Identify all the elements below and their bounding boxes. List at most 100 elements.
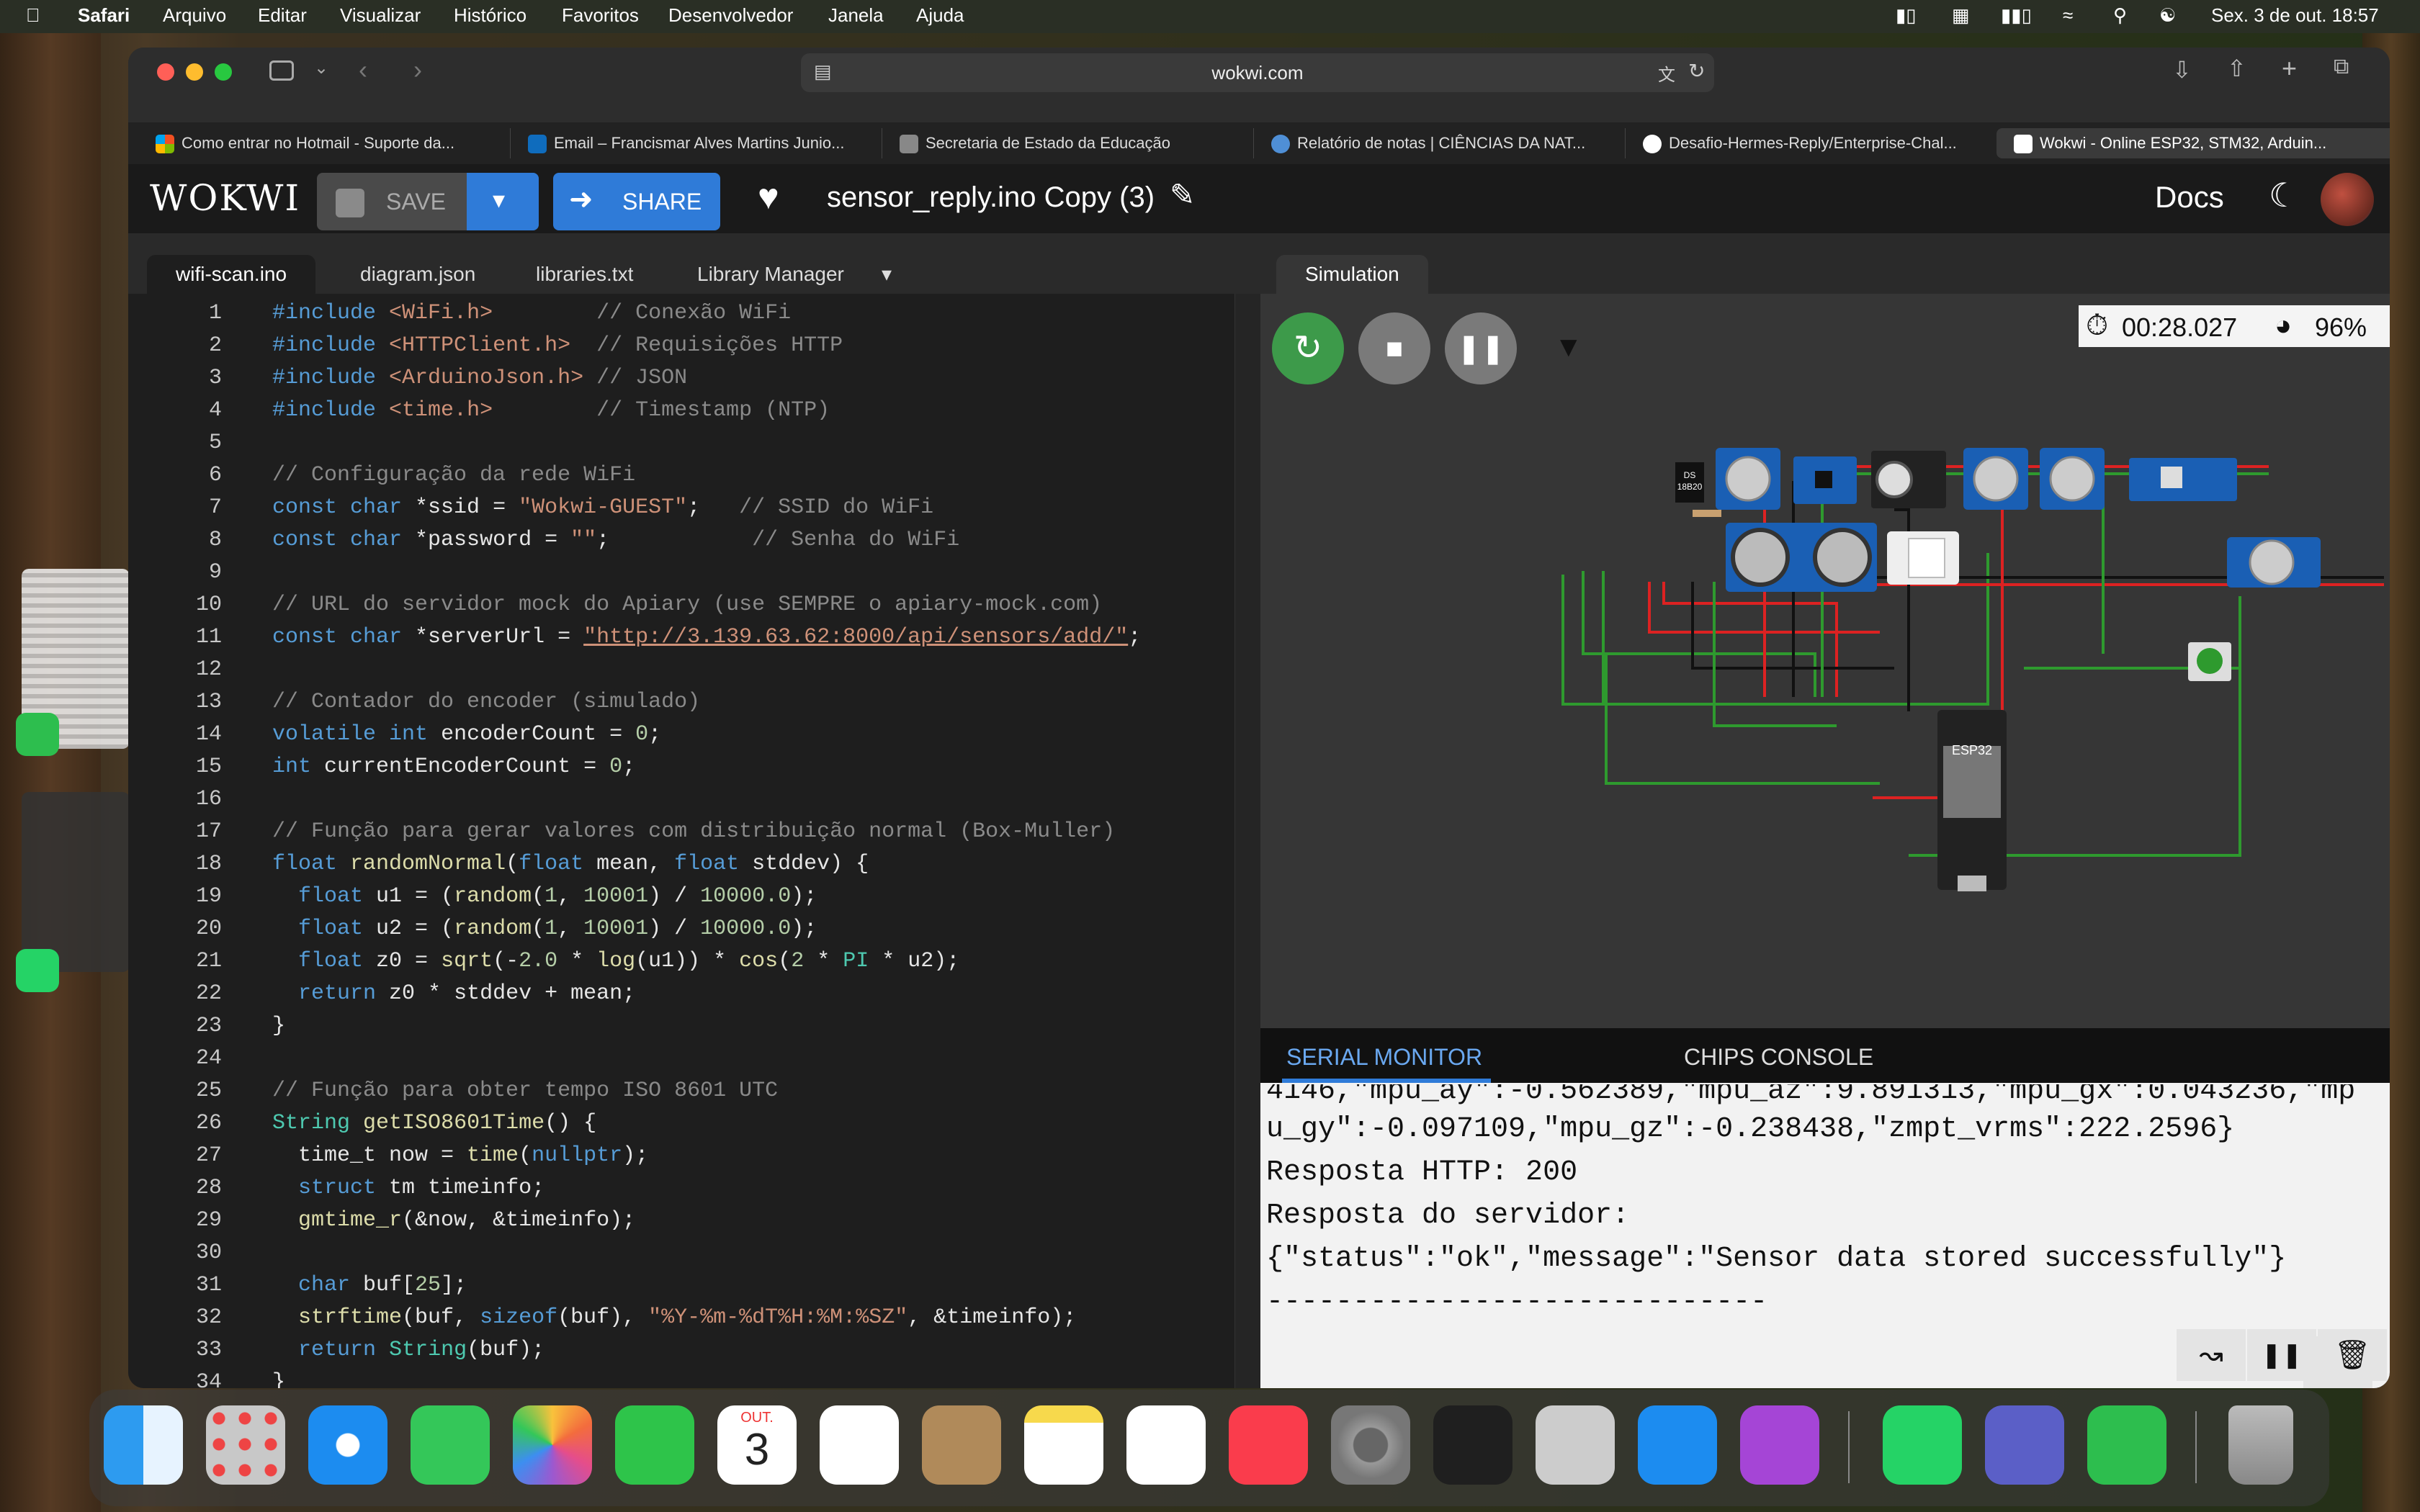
code-line[interactable]: return String(buf); (272, 1338, 544, 1362)
code-line[interactable]: } (272, 1014, 285, 1038)
code-line[interactable]: #include <ArduinoJson.h> // JSON (272, 366, 687, 390)
trash-icon[interactable]: 🗑 (2318, 1329, 2387, 1381)
menu-arquivo[interactable]: Arquivo (163, 4, 226, 27)
menu-editar[interactable]: Editar (258, 4, 307, 27)
code-line[interactable]: #include <HTTPClient.h> // Requisições H… (272, 333, 843, 358)
code-line[interactable]: // Contador do encoder (simulado) (272, 690, 700, 714)
reload-icon[interactable]: ↻ (1688, 59, 1705, 83)
address-url[interactable]: wokwi.com (801, 62, 1714, 84)
whatsapp-mini-icon[interactable] (16, 949, 59, 992)
code-line[interactable]: // Função para obter tempo ISO 8601 UTC (272, 1079, 778, 1103)
code-line[interactable]: int currentEncoderCount = 0; (272, 755, 635, 779)
zoom-window-button[interactable] (215, 63, 232, 81)
browser-tab-5[interactable]: Desafio-Hermes-Reply/Enterprise-Chal... (1625, 128, 2003, 158)
dark-mode-icon[interactable]: ☾ (2269, 176, 2298, 215)
numbers-icon[interactable] (16, 713, 59, 756)
code-line[interactable]: #include <time.h> // Timestamp (NTP) (272, 398, 830, 423)
forward-icon[interactable]: › (413, 55, 422, 85)
tab-diagram-json[interactable]: diagram.json (331, 255, 504, 294)
close-window-button[interactable] (157, 63, 174, 81)
music-icon[interactable] (1229, 1405, 1308, 1485)
code-line[interactable]: String getISO8601Time() { (272, 1111, 596, 1135)
code-line[interactable]: #include <WiFi.h> // Conexão WiFi (272, 301, 791, 325)
whatsapp-icon[interactable] (1883, 1405, 1962, 1485)
heart-icon[interactable]: ♥ (758, 176, 779, 217)
menu-janela[interactable]: Janela (828, 4, 884, 27)
tab-wifi-scan[interactable]: wifi-scan.ino (147, 255, 316, 294)
browser-tab-1[interactable]: Como entrar no Hotmail - Suporte da... (138, 128, 516, 158)
edit-pencil-icon[interactable]: ✎ (1170, 177, 1195, 212)
code-line[interactable]: const char *ssid = "Wokwi-GUEST"; // SSI… (272, 495, 933, 520)
menu-historico[interactable]: Histórico (454, 4, 526, 27)
code-line[interactable]: const char *serverUrl = "http://3.139.63… (272, 625, 1141, 649)
code-line[interactable]: float z0 = sqrt(-2.0 * log(u1)) * cos(2 … (272, 949, 959, 973)
screen-status-icon[interactable]: ▦ (1952, 4, 1970, 27)
control-center-icon[interactable]: ☯ (2159, 4, 2176, 27)
code-line[interactable]: float u2 = (random(1, 10001) / 10000.0); (272, 917, 817, 941)
app-name[interactable]: Safari (78, 4, 130, 27)
numbers-dock-icon[interactable] (2087, 1405, 2166, 1485)
battery-icon[interactable]: ▮▮▯ (2001, 4, 2032, 27)
new-tab-icon[interactable]: + (2282, 53, 2297, 84)
trash-dock-icon[interactable] (2228, 1405, 2293, 1485)
browser-tab-2[interactable]: Email – Francismar Alves Martins Junio..… (510, 128, 888, 158)
menu-visualizar[interactable]: Visualizar (340, 4, 421, 27)
address-bar[interactable]: ▤ wokwi.com 文 ↻ (801, 53, 1714, 92)
serial-pause-button[interactable]: ❚❚ (2247, 1329, 2316, 1381)
code-line[interactable]: struct tm timeinfo; (272, 1176, 544, 1200)
tab-libraries[interactable]: libraries.txt (507, 255, 662, 294)
share-button[interactable]: ➜ SHARE (553, 173, 720, 230)
menu-clock[interactable]: Sex. 3 de out. 18:57 (2211, 4, 2379, 27)
browser-tab-3[interactable]: Secretaria de Estado da Educação (882, 128, 1260, 158)
tab-simulation[interactable]: Simulation (1276, 255, 1428, 294)
translate-icon[interactable]: 文 (1658, 60, 1675, 86)
notes-icon[interactable] (1024, 1405, 1103, 1485)
code-line[interactable]: const char *password = ""; // Senha do W… (272, 528, 959, 552)
back-icon[interactable]: ‹ (359, 55, 367, 85)
feedback-icon[interactable] (1740, 1405, 1819, 1485)
tab-serial-monitor[interactable]: SERIAL MONITOR (1286, 1044, 1482, 1071)
system-settings-icon[interactable] (1331, 1405, 1410, 1485)
code-line[interactable]: float u1 = (random(1, 10001) / 10000.0); (272, 884, 817, 909)
iphone-mirroring-icon[interactable] (1536, 1405, 1615, 1485)
calendar-icon[interactable]: OUT. 3 (717, 1405, 797, 1485)
code-line[interactable]: // Configuração da rede WiFi (272, 463, 635, 487)
safari-icon[interactable] (308, 1405, 387, 1485)
downloads-icon[interactable]: ⇩ (2172, 56, 2192, 84)
menu-ajuda[interactable]: Ajuda (916, 4, 964, 27)
spotlight-icon[interactable]: ⚲ (2113, 4, 2127, 27)
code-line[interactable]: return z0 * stddev + mean; (272, 981, 635, 1006)
vscode-icon[interactable] (1433, 1405, 1512, 1485)
reminders-icon[interactable] (820, 1405, 899, 1485)
menu-favoritos[interactable]: Favoritos (562, 4, 639, 27)
chevron-down-icon[interactable]: ⌄ (314, 58, 328, 78)
contacts-icon[interactable] (922, 1405, 1001, 1485)
apple-icon[interactable]:  (26, 4, 40, 27)
tabs-dropdown-icon[interactable]: ▾ (882, 262, 892, 286)
desktop-widget-dark[interactable] (22, 792, 130, 972)
save-dropdown-button[interactable]: ▾ (467, 173, 539, 230)
tab-overview-icon[interactable]: ⧉ (2334, 55, 2349, 79)
code-line[interactable]: gmtime_r(&now, &timeinfo); (272, 1208, 635, 1233)
menu-desenvolvedor[interactable]: Desenvolvedor (668, 4, 793, 27)
editor-scrollbar[interactable] (1234, 294, 1261, 1388)
code-line[interactable]: // Função para gerar valores com distrib… (272, 819, 1115, 844)
project-name[interactable]: sensor_reply.ino Copy (3) (827, 181, 1155, 214)
launchpad-icon[interactable] (206, 1405, 285, 1485)
code-area[interactable]: 1 2 3 4 5 6 7 8 9 10 11 12 13 14 15 16 17 18 19 20 21 22 23 24 2… (128, 294, 1234, 1388)
teams-icon[interactable] (1985, 1405, 2064, 1485)
code-line[interactable]: volatile int encoderCount = 0; (272, 722, 661, 747)
tab-library-manager[interactable]: Library Manager (668, 255, 873, 294)
code-line[interactable]: float randomNormal(float mean, float std… (272, 852, 869, 876)
avatar[interactable] (2321, 173, 2374, 226)
sidebar-status-icon[interactable]: ▮▯ (1896, 4, 1917, 27)
code-line[interactable]: // URL do servidor mock do Apiary (use S… (272, 593, 1102, 617)
minimize-window-button[interactable] (186, 63, 203, 81)
serial-graph-button[interactable]: ↝ (2177, 1329, 2246, 1381)
app-store-icon[interactable] (1638, 1405, 1717, 1485)
share-icon[interactable]: ⇧ (2227, 55, 2246, 82)
code-line[interactable]: time_t now = time(nullptr); (272, 1143, 648, 1168)
tab-chips-console[interactable]: CHIPS CONSOLE (1684, 1044, 1873, 1071)
facetime-icon[interactable] (615, 1405, 694, 1485)
wokwi-logo[interactable]: WOKWI (150, 177, 300, 219)
